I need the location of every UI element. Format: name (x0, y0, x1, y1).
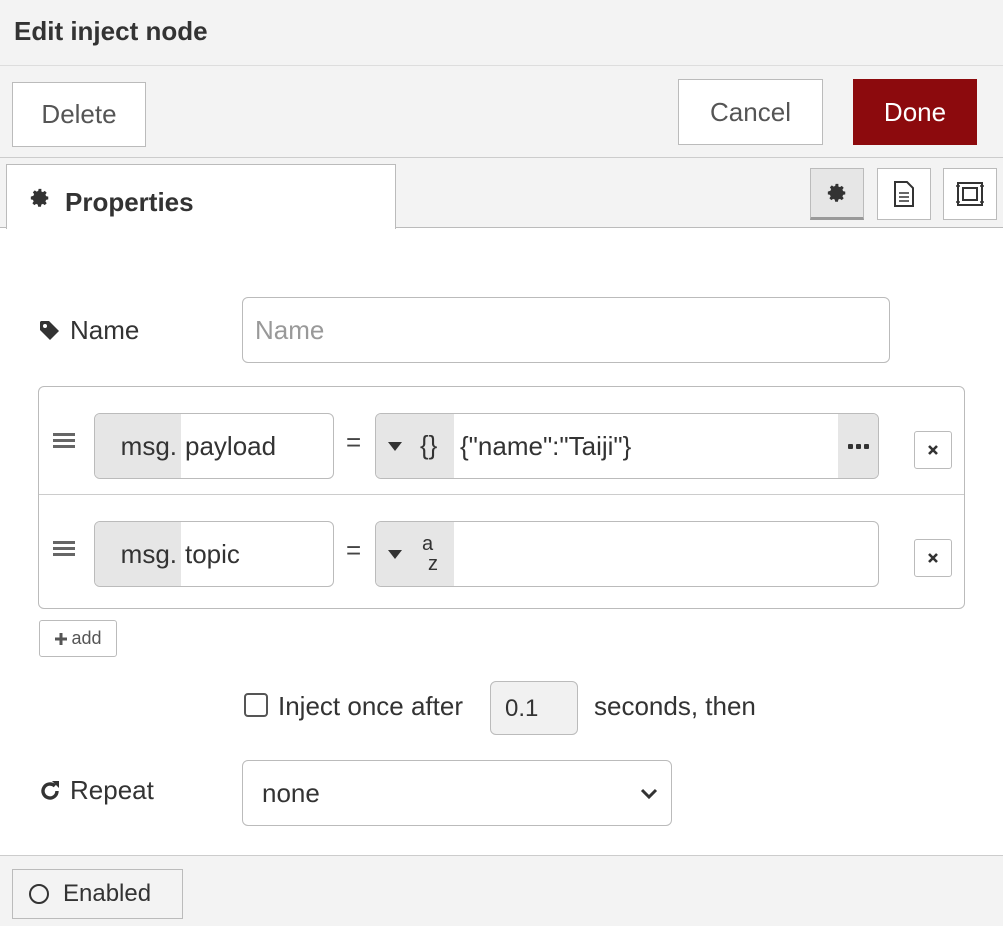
drag-handle-icon[interactable] (53, 433, 75, 449)
drag-handle-icon[interactable] (53, 541, 75, 557)
equals-sign: = (346, 535, 362, 565)
plus-icon (55, 632, 68, 645)
inject-delay-input[interactable]: 0.1 (490, 681, 578, 735)
chevron-down-icon (640, 788, 658, 800)
tab-properties[interactable]: Properties (6, 164, 396, 229)
delete-button[interactable]: Delete (12, 82, 146, 147)
remove-property-button[interactable] (914, 431, 952, 469)
document-icon (894, 181, 914, 207)
dialog-header: Edit inject node (0, 0, 1003, 66)
add-property-button[interactable]: add (39, 620, 117, 657)
tab-bar: Properties (0, 158, 1003, 229)
property-value-field[interactable]: {} {"name":"Taiji"} (375, 413, 879, 479)
name-label: Name (38, 315, 139, 346)
property-name-field[interactable]: msg. topic (94, 521, 334, 587)
dialog-toolbar: Delete Cancel Done (0, 66, 1003, 158)
tag-icon (40, 320, 59, 340)
expand-editor-button[interactable] (838, 414, 878, 478)
inject-then-label: seconds, then (594, 691, 756, 721)
done-button[interactable]: Done (853, 79, 977, 145)
msg-prefix: msg. (95, 414, 181, 478)
dialog-footer: Enabled (0, 855, 1003, 926)
property-value: {"name":"Taiji"} (460, 431, 632, 461)
appearance-tab-button[interactable] (943, 168, 997, 220)
repeat-select[interactable]: none (242, 760, 672, 826)
inject-once-row: Inject once after 0.1 seconds, then (244, 681, 804, 735)
caret-down-icon (388, 550, 402, 559)
dialog-title: Edit inject node (14, 16, 208, 46)
description-tab-button[interactable] (877, 168, 931, 220)
type-selector[interactable]: a z (376, 522, 454, 586)
gear-icon (30, 188, 49, 207)
property-name: topic (185, 539, 240, 569)
property-value-field[interactable]: a z (375, 521, 879, 587)
inject-once-checkbox[interactable] (244, 693, 268, 717)
frame-icon (956, 182, 984, 206)
property-row: msg. payload = {} {"name":"Taiji"} (39, 387, 964, 495)
caret-down-icon (388, 442, 402, 451)
settings-tab-button[interactable] (810, 168, 864, 220)
circle-icon (29, 884, 49, 904)
enabled-toggle-button[interactable]: Enabled (12, 869, 183, 919)
gear-icon (827, 183, 846, 202)
cancel-button[interactable]: Cancel (678, 79, 823, 145)
json-type-icon: {} (420, 430, 438, 460)
property-list: msg. payload = {} {"name":"Taiji"} msg. … (38, 386, 965, 609)
equals-sign: = (346, 427, 362, 457)
remove-property-button[interactable] (914, 539, 952, 577)
type-selector[interactable]: {} (376, 414, 454, 478)
inject-once-label: Inject once after (278, 691, 463, 721)
property-name-field[interactable]: msg. payload (94, 413, 334, 479)
tab-properties-label: Properties (65, 187, 194, 217)
repeat-label: Repeat (38, 775, 154, 806)
properties-panel: Name msg. payload = {} {"name":"Taiji"} (0, 229, 1003, 855)
close-icon (928, 553, 938, 563)
property-name: payload (185, 431, 277, 461)
msg-prefix: msg. (95, 522, 181, 586)
refresh-icon (41, 780, 59, 800)
name-input[interactable] (242, 297, 890, 363)
property-row: msg. topic = a z (39, 495, 964, 603)
close-icon (928, 445, 938, 455)
